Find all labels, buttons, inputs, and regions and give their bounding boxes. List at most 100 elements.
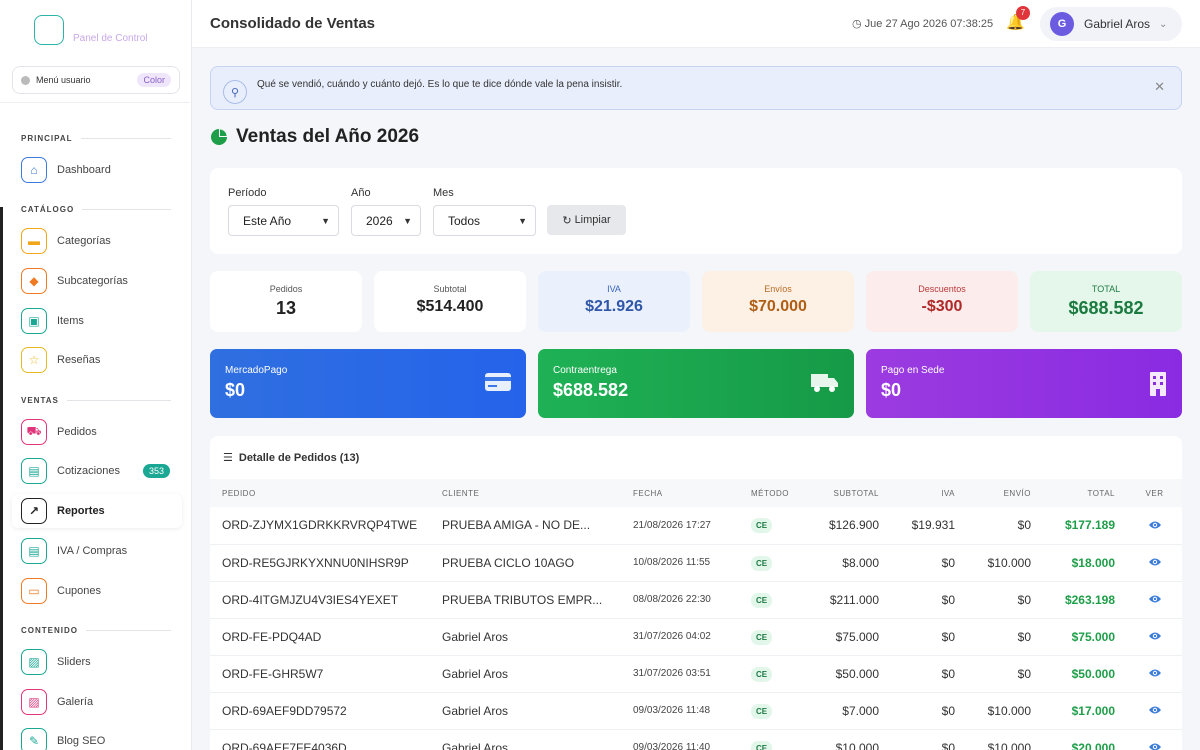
chevron-down-icon: ▼ — [321, 215, 330, 226]
sidebar-item-cotizaciones[interactable]: ▤ Cotizaciones 353 — [12, 454, 182, 488]
divider — [0, 102, 190, 103]
top-header: Consolidado de Ventas ◷ Jue 27 Ago 2026 … — [192, 0, 1200, 48]
clear-filters-button[interactable]: ↻ Limpiar — [547, 205, 626, 235]
sidebar-item-sliders[interactable]: ▨ Sliders — [12, 645, 182, 679]
payment-label: Pago en Sede — [881, 365, 945, 376]
subtotal-cell: $50.000 — [813, 655, 891, 693]
eye-icon[interactable] — [1127, 618, 1182, 656]
client-cell: Gabriel Aros — [442, 655, 633, 693]
order-id-cell: ORD-69AEF7FE4036D — [210, 729, 442, 750]
user-menu-button[interactable]: Menú usuario Color — [12, 66, 180, 94]
sidebar-item-blog-seo[interactable]: ✎ Blog SEO — [12, 724, 182, 750]
date-cell: 08/08/2026 22:30 — [633, 581, 751, 619]
column-header: VER — [1127, 479, 1182, 507]
column-header: SUBTOTAL — [813, 479, 891, 507]
table-row: ORD-69AEF7FE4036D Gabriel Aros 09/03/2026 … — [210, 729, 1182, 750]
column-header: IVA — [891, 479, 967, 507]
mes-select[interactable]: Todos ▼ — [433, 205, 536, 236]
stat-card-subtotal: Subtotal $514.400 — [374, 271, 526, 332]
periodo-value: Este Año — [243, 213, 292, 228]
chart-line-icon: ↗ — [21, 498, 47, 524]
method-badge: CE — [751, 629, 773, 645]
star-icon: ☆ — [21, 347, 47, 373]
section-heading: CATÁLOGO — [21, 205, 171, 214]
sidebar-item-label: Dashboard — [57, 164, 111, 176]
total-cell: $177.189 — [1043, 507, 1127, 545]
shipping-cell: $0 — [967, 655, 1043, 693]
total-cell: $50.000 — [1043, 655, 1127, 693]
folder-icon: ▬ — [21, 228, 47, 254]
sidebar-item-galer-a[interactable]: ▨ Galería — [12, 685, 182, 719]
order-id-cell: ORD-ZJYMX1GDRKKRVRQP4TWE — [210, 507, 442, 545]
brand-title: Panel de Control — [73, 33, 148, 44]
tags-icon: ◆ — [21, 268, 47, 294]
page-title: Ventas del Año 2026 — [210, 126, 419, 148]
payment-label: Contraentrega — [553, 365, 617, 376]
eye-icon[interactable] — [1127, 692, 1182, 730]
sidebar-item-categor-as[interactable]: ▬ Categorías — [12, 224, 182, 258]
column-header: TOTAL — [1043, 479, 1127, 507]
credit-card-icon — [484, 371, 512, 398]
notification-count: 7 — [1016, 6, 1030, 20]
stat-label: Descuentos — [918, 284, 966, 294]
eye-icon[interactable] — [1127, 507, 1182, 545]
method-badge: CE — [751, 740, 773, 750]
iva-cell: $0 — [891, 655, 967, 693]
sidebar-item-label: Cupones — [57, 585, 102, 597]
info-text: Qué se vendió, cuándo y cuánto dejó. Es … — [257, 78, 623, 90]
sidebar-item-label: Reportes — [57, 505, 105, 517]
order-id-cell: ORD-RE5GJRKYXNNU0NIHSR9P — [210, 544, 442, 582]
eye-icon[interactable] — [1127, 729, 1182, 750]
sidebar-item-label: Reseñas — [57, 354, 101, 366]
mes-label: Mes — [433, 187, 454, 199]
stat-label: Subtotal — [433, 284, 467, 294]
sidebar-item-label: Pedidos — [57, 426, 97, 438]
periodo-select[interactable]: Este Año ▼ — [228, 205, 339, 236]
total-cell: $18.000 — [1043, 544, 1127, 582]
payment-value: $0 — [225, 380, 246, 400]
section-heading: VENTAS — [21, 396, 171, 405]
method-cell: CE — [751, 655, 813, 693]
clock-icon: ◷ — [852, 18, 862, 30]
client-cell: PRUEBA AMIGA - NO DE... — [442, 507, 633, 545]
filters-panel: Período Este Año ▼ Año 2026 ▼ Mes Todos … — [210, 168, 1182, 254]
anio-select[interactable]: 2026 ▼ — [351, 205, 421, 236]
sidebar-item-iva-compras[interactable]: ▤ IVA / Compras — [12, 534, 182, 568]
section-heading: CONTENIDO — [21, 626, 171, 635]
shipping-cell: $10.000 — [967, 729, 1043, 750]
method-cell: CE — [751, 729, 813, 750]
column-header: ENVÍO — [967, 479, 1043, 507]
sidebar: Panel de Control Menú usuario Color PRIN… — [0, 0, 192, 750]
refresh-icon: ↻ — [562, 214, 572, 227]
iva-cell: $0 — [891, 692, 967, 730]
sidebar-item-rese-as[interactable]: ☆ Reseñas — [12, 343, 182, 377]
datetime-text: Jue 27 Ago 2026 07:38:25 — [864, 18, 994, 30]
client-cell: Gabriel Aros — [442, 729, 633, 750]
client-cell: Gabriel Aros — [442, 618, 633, 656]
datetime-display: ◷ Jue 27 Ago 2026 07:38:25 — [852, 17, 993, 30]
column-header: CLIENTE — [442, 479, 633, 507]
ticket-icon: ▭ — [21, 578, 47, 604]
brand-logo[interactable] — [34, 15, 64, 45]
scroll-indicator — [0, 207, 3, 750]
eye-icon[interactable] — [1127, 544, 1182, 582]
orders-table-card: ☰ Detalle de Pedidos (13) PEDIDO CLIENTE F… — [210, 436, 1182, 750]
total-cell: $75.000 — [1043, 618, 1127, 656]
eye-icon[interactable] — [1127, 655, 1182, 693]
sidebar-item-items[interactable]: ▣ Items — [12, 304, 182, 338]
profile-menu[interactable]: G Gabriel Aros ⌄ — [1040, 7, 1182, 41]
sidebar-item-subcategor-as[interactable]: ◆ Subcategorías — [12, 264, 182, 298]
sidebar-item-dashboard[interactable]: ⌂ Dashboard — [12, 153, 182, 187]
sidebar-item-label: Subcategorías — [57, 275, 128, 287]
cart-icon: ⛟ — [21, 419, 47, 445]
total-cell: $20.000 — [1043, 729, 1127, 750]
sidebar-item-cupones[interactable]: ▭ Cupones — [12, 574, 182, 608]
eye-icon[interactable] — [1127, 581, 1182, 619]
close-icon[interactable]: ✕ — [1154, 79, 1165, 95]
stat-value: $514.400 — [416, 298, 484, 315]
color-badge[interactable]: Color — [137, 73, 171, 87]
stat-label: TOTAL — [1091, 284, 1121, 294]
sidebar-item-pedidos[interactable]: ⛟ Pedidos — [12, 415, 182, 449]
column-header: PEDIDO — [210, 479, 442, 507]
sidebar-item-reportes[interactable]: ↗ Reportes — [12, 494, 182, 528]
